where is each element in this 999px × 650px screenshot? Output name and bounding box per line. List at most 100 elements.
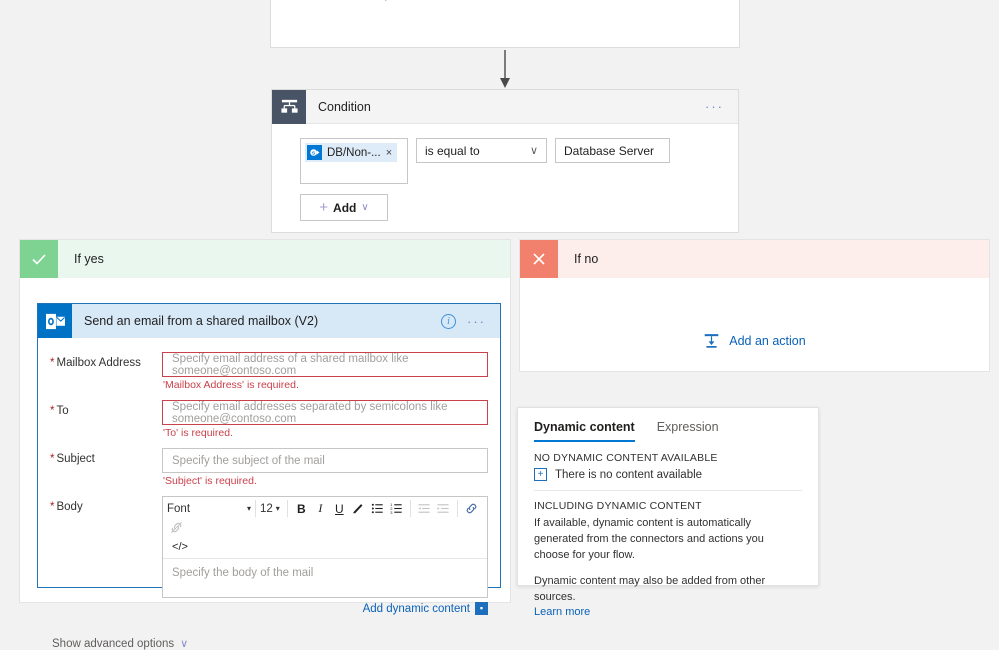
send-email-card-header: Send an email from a shared mailbox (V2)… — [38, 304, 500, 338]
condition-operator-value: is equal to — [425, 143, 480, 158]
no-content-row: + There is no content available — [534, 468, 802, 481]
if-no-title: If no — [574, 252, 599, 266]
chevron-down-icon: ▾ — [246, 504, 251, 513]
code-view-button[interactable]: </> — [167, 537, 193, 556]
unlink-button[interactable] — [167, 518, 186, 537]
condition-add-button[interactable]: + Add ∨ — [300, 194, 388, 221]
rich-text-toolbar: Font ▾ 12 ▾ B I U 1 2 3 </> — [163, 497, 487, 559]
subject-input[interactable]: Specify the subject of the mail — [162, 448, 488, 473]
top-show-advanced-options[interactable]: Show advanced options ∨ — [271, 0, 739, 1]
indent-button[interactable] — [434, 499, 453, 518]
panel-divider — [534, 490, 802, 491]
to-placeholder: Specify email addresses separated by sem… — [172, 400, 448, 425]
underline-button[interactable]: U — [330, 499, 349, 518]
if-no-add-action-label: Add an action — [729, 333, 806, 348]
dynamic-content-body: NO DYNAMIC CONTENT AVAILABLE + There is … — [518, 442, 818, 618]
font-family-dropdown[interactable]: Font ▾ — [167, 499, 251, 518]
chevron-down-icon: ∨ — [529, 145, 538, 157]
send-email-show-advanced-options[interactable]: Show advanced options ∨ — [52, 637, 488, 650]
chevron-down-icon: ▾ — [275, 504, 280, 513]
field-mailbox-address: * Mailbox Address Specify email address o… — [50, 352, 488, 398]
mailbox-address-label: * Mailbox Address — [50, 357, 141, 369]
send-email-title: Send an email from a shared mailbox (V2) — [84, 314, 319, 328]
body-rich-text-editor[interactable]: Font ▾ 12 ▾ B I U 1 2 3 </> Specify the … — [162, 496, 488, 598]
condition-row: S DB/Non-... × is equal to ∨ Database Se… — [300, 138, 738, 184]
font-size-dropdown[interactable]: 12 ▾ — [260, 499, 280, 518]
add-dynamic-content-label: Add dynamic content — [362, 602, 470, 615]
no-dynamic-content-heading: NO DYNAMIC CONTENT AVAILABLE — [534, 452, 718, 464]
condition-value-text: Database Server — [564, 143, 655, 158]
condition-card-header: Condition ··· — [272, 89, 738, 124]
if-no-add-action-button[interactable]: Add an action — [520, 332, 989, 349]
body-placeholder: Specify the body of the mail — [172, 567, 314, 579]
send-email-form: * Mailbox Address Specify email address o… — [38, 338, 500, 650]
italic-button[interactable]: I — [311, 499, 330, 518]
dynamic-content-badge-icon: ▪ — [475, 602, 488, 615]
send-email-more-options-button[interactable]: ··· — [467, 314, 486, 329]
send-email-header-actions: i ··· — [441, 313, 486, 329]
subject-error: 'Subject' is required. — [163, 475, 257, 487]
highlight-button[interactable] — [349, 499, 368, 518]
other-sources-text: Dynamic content may also be added from o… — [534, 574, 766, 603]
mailbox-address-input[interactable]: Specify email address of a shared mailbo… — [162, 352, 488, 377]
send-email-show-advanced-label: Show advanced options — [52, 637, 175, 650]
sharepoint-icon: S — [307, 145, 322, 160]
toolbar-divider — [456, 500, 458, 517]
if-no-branch: If no Add an action — [519, 239, 990, 372]
outlook-icon — [38, 304, 72, 338]
link-button[interactable] — [462, 499, 481, 518]
subject-label: * Subject — [50, 453, 95, 465]
condition-icon — [272, 89, 306, 124]
cross-icon — [520, 240, 558, 278]
required-marker: * — [50, 453, 55, 465]
token-label: DB/Non-... — [327, 146, 381, 159]
chevron-down-icon: ∨ — [422, 0, 430, 1]
sharepoint-trigger-card: List Name Storage Requests ∨ Show advanc… — [270, 0, 740, 48]
send-email-action-card: Send an email from a shared mailbox (V2)… — [37, 303, 501, 650]
add-action-icon — [704, 334, 719, 348]
condition-more-options-button[interactable]: ··· — [705, 99, 724, 114]
to-error: 'To' is required. — [163, 427, 233, 439]
field-to: * To Specify email addresses separated by… — [50, 400, 488, 446]
info-icon[interactable]: i — [441, 313, 456, 329]
required-marker: * — [50, 501, 55, 513]
condition-operator-select[interactable]: is equal to ∨ — [416, 138, 547, 163]
dynamic-content-tabs: Dynamic content Expression — [518, 408, 818, 442]
condition-card: Condition ··· S DB/Non-... × is equal to… — [271, 89, 739, 233]
learn-more-link[interactable]: Learn more — [534, 606, 802, 618]
to-label: * To — [50, 405, 69, 417]
condition-value-input[interactable]: Database Server — [555, 138, 670, 163]
condition-body: S DB/Non-... × is equal to ∨ Database Se… — [272, 124, 738, 221]
to-input[interactable]: Specify email addresses separated by sem… — [162, 400, 488, 425]
condition-left-operand-box[interactable]: S DB/Non-... × — [300, 138, 408, 184]
dynamic-content-panel: Dynamic content Expression NO DYNAMIC CO… — [517, 407, 819, 618]
required-marker: * — [50, 357, 55, 369]
tab-expression[interactable]: Expression — [657, 420, 719, 442]
font-size-value: 12 — [260, 502, 273, 515]
subject-placeholder: Specify the subject of the mail — [172, 454, 325, 467]
top-show-advanced-label: Show advanced options — [289, 0, 416, 1]
bulleted-list-button[interactable] — [368, 499, 387, 518]
toolbar-divider — [286, 500, 288, 517]
checkmark-icon — [20, 240, 58, 278]
mailbox-address-error: 'Mailbox Address' is required. — [163, 379, 299, 391]
bold-button[interactable]: B — [292, 499, 311, 518]
outdent-button[interactable] — [415, 499, 434, 518]
body-input-area[interactable]: Specify the body of the mail — [163, 559, 487, 597]
numbered-list-button[interactable]: 1 2 3 — [387, 499, 406, 518]
if-yes-title: If yes — [74, 252, 104, 266]
no-content-text: There is no content available — [555, 468, 703, 481]
chevron-down-icon: ∨ — [180, 638, 189, 650]
token-remove-icon[interactable]: × — [386, 147, 392, 159]
if-no-header: If no — [520, 240, 989, 278]
toolbar-divider — [409, 500, 411, 517]
flow-connector-arrow-icon — [500, 50, 510, 88]
mailbox-address-placeholder: Specify email address of a shared mailbo… — [172, 352, 409, 377]
condition-add-label: Add — [333, 200, 357, 215]
including-dynamic-content-text: If available, dynamic content is automat… — [534, 517, 764, 561]
field-body: * Body Font ▾ 12 ▾ B I U 1 2 3 </> Speci… — [50, 496, 488, 615]
toolbar-divider — [255, 500, 256, 517]
tab-dynamic-content[interactable]: Dynamic content — [534, 420, 635, 442]
dynamic-content-token[interactable]: S DB/Non-... × — [305, 143, 398, 162]
add-dynamic-content-link[interactable]: Add dynamic content ▪ — [162, 602, 488, 615]
